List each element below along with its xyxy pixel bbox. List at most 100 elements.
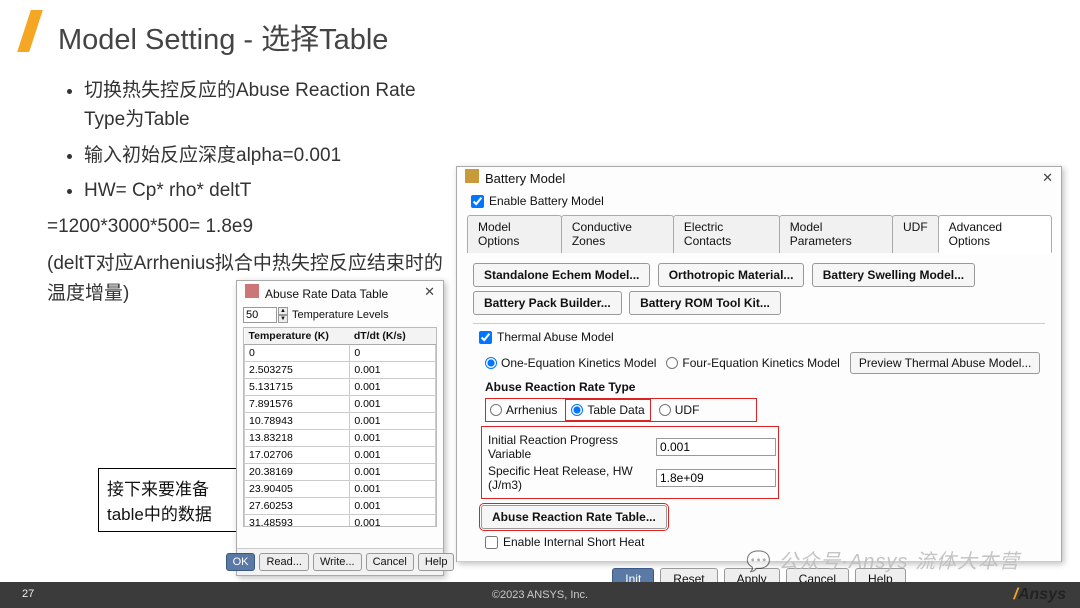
spinner-down-icon[interactable]: ▼ (278, 315, 288, 323)
thermal-abuse-input[interactable] (479, 331, 492, 344)
rate-cell-input[interactable] (350, 515, 435, 527)
udf-radio[interactable]: UDF (659, 403, 700, 417)
temp-cell-input[interactable] (245, 481, 349, 497)
temp-cell-input[interactable] (245, 413, 349, 429)
equation-line: =1200*3000*500= 1.8e9 (47, 212, 452, 241)
rate-cell-input[interactable] (350, 345, 435, 361)
rate-cell-input[interactable] (350, 464, 435, 480)
battery-dialog-title: Battery Model (485, 171, 565, 186)
one-eq-radio[interactable]: One-Equation Kinetics Model (485, 356, 656, 370)
tab-udf[interactable]: UDF (892, 215, 939, 253)
abuse-dialog-title: Abuse Rate Data Table (265, 287, 388, 301)
table-row (245, 515, 436, 528)
tab-advanced-options[interactable]: Advanced Options (938, 215, 1052, 253)
enable-battery-label: Enable Battery Model (489, 194, 604, 208)
spinner-up-icon[interactable]: ▲ (278, 307, 288, 315)
rom-toolkit-button[interactable]: Battery ROM Tool Kit... (629, 291, 781, 315)
hw-input[interactable] (656, 469, 776, 487)
rate-cell-input[interactable] (350, 379, 435, 395)
temp-cell-input[interactable] (245, 464, 349, 480)
rate-type-label: Abuse Reaction Rate Type (485, 380, 1045, 394)
table-data-radio[interactable]: Table Data (567, 401, 648, 419)
orthotropic-button[interactable]: Orthotropic Material... (658, 263, 805, 287)
bullet-2: 输入初始反应深度alpha=0.001 (84, 141, 452, 170)
preview-abuse-button[interactable]: Preview Thermal Abuse Model... (850, 352, 1041, 374)
temp-cell-input[interactable] (245, 345, 349, 361)
thermal-abuse-label: Thermal Abuse Model (497, 330, 614, 344)
slide-title: Model Setting - 选择Table (58, 16, 388, 58)
slide-bullets: 切换热失控反应的Abuse Reaction Rate Type为Table 输… (62, 76, 452, 308)
temp-cell-input[interactable] (245, 515, 349, 527)
temp-cell-input[interactable] (245, 430, 349, 446)
battery-tabs: Model OptionsConductive ZonesElectric Co… (467, 214, 1051, 253)
help-button[interactable]: Help (418, 553, 455, 571)
tab-electric-contacts[interactable]: Electric Contacts (673, 215, 780, 253)
temperature-table: Temperature (K) dT/dt (K/s) (244, 328, 436, 527)
battery-dialog-titlebar[interactable]: Battery Model ✕ (457, 167, 1061, 188)
enable-battery-input[interactable] (471, 195, 484, 208)
init-progress-input[interactable] (656, 438, 776, 456)
pack-builder-button[interactable]: Battery Pack Builder... (473, 291, 622, 315)
abuse-dialog-titlebar[interactable]: Abuse Rate Data Table ✕ (237, 281, 443, 303)
dialog-icon (245, 284, 259, 298)
table-row (245, 464, 436, 481)
table-row (245, 345, 436, 362)
init-progress-label: Initial Reaction Progress Variable (488, 433, 656, 461)
table-data-label: Table Data (587, 403, 644, 417)
temperature-table-scroll[interactable]: Temperature (K) dT/dt (K/s) (243, 327, 437, 527)
short-heat-input[interactable] (485, 536, 498, 549)
thermal-abuse-checkbox[interactable]: Thermal Abuse Model (479, 330, 1041, 344)
one-eq-label: One-Equation Kinetics Model (501, 356, 656, 370)
temp-cell-input[interactable] (245, 396, 349, 412)
table-row (245, 447, 436, 464)
rate-cell-input[interactable] (350, 447, 435, 463)
table-row (245, 481, 436, 498)
rate-cell-input[interactable] (350, 413, 435, 429)
table-row (245, 413, 436, 430)
ansys-logo: /Ansys (1014, 586, 1066, 604)
read-button[interactable]: Read... (259, 553, 308, 571)
table-row (245, 379, 436, 396)
ok-button[interactable]: OK (226, 553, 256, 571)
rate-cell-input[interactable] (350, 481, 435, 497)
echem-model-button[interactable]: Standalone Echem Model... (473, 263, 650, 287)
arrhenius-label: Arrhenius (506, 403, 557, 417)
callout-note: 接下来要准备table中的数据 (98, 468, 238, 532)
rate-cell-input[interactable] (350, 430, 435, 446)
battery-dialog-icon (465, 169, 479, 183)
temp-cell-input[interactable] (245, 447, 349, 463)
abuse-rate-dialog: Abuse Rate Data Table ✕ ▲▼ Temperature L… (236, 280, 444, 576)
udf-label: UDF (675, 403, 700, 417)
table-row (245, 362, 436, 379)
rate-cell-input[interactable] (350, 396, 435, 412)
four-eq-radio[interactable]: Four-Equation Kinetics Model (666, 356, 839, 370)
accent-bar (17, 10, 43, 52)
tab-model-parameters[interactable]: Model Parameters (779, 215, 893, 253)
cancel-button[interactable]: Cancel (366, 553, 414, 571)
bullet-3: HW= Cp* rho* deltT (84, 176, 452, 205)
battery-model-dialog: Battery Model ✕ Enable Battery Model Mod… (456, 166, 1062, 562)
temp-cell-input[interactable] (245, 498, 349, 514)
temp-levels-input[interactable] (243, 307, 277, 323)
rate-cell-input[interactable] (350, 498, 435, 514)
col-rate: dT/dt (K/s) (350, 328, 436, 345)
temp-cell-input[interactable] (245, 379, 349, 395)
short-heat-checkbox[interactable]: Enable Internal Short Heat (485, 535, 1041, 549)
col-temperature: Temperature (K) (245, 328, 350, 345)
arrhenius-radio[interactable]: Arrhenius (490, 403, 557, 417)
tab-conductive-zones[interactable]: Conductive Zones (561, 215, 674, 253)
advanced-options-panel: Standalone Echem Model... Orthotropic Ma… (467, 253, 1051, 561)
temp-cell-input[interactable] (245, 362, 349, 378)
swelling-model-button[interactable]: Battery Swelling Model... (812, 263, 975, 287)
tab-model-options[interactable]: Model Options (467, 215, 562, 253)
enable-battery-checkbox[interactable]: Enable Battery Model (471, 194, 1047, 208)
write-button[interactable]: Write... (313, 553, 362, 571)
table-row (245, 430, 436, 447)
close-icon[interactable]: ✕ (424, 284, 435, 300)
four-eq-label: Four-Equation Kinetics Model (682, 356, 839, 370)
abuse-rate-table-button[interactable]: Abuse Reaction Rate Table... (481, 505, 667, 529)
page-number: 27 (14, 588, 42, 600)
bullet-1: 切换热失控反应的Abuse Reaction Rate Type为Table (84, 76, 452, 135)
rate-cell-input[interactable] (350, 362, 435, 378)
close-icon[interactable]: ✕ (1042, 170, 1053, 186)
